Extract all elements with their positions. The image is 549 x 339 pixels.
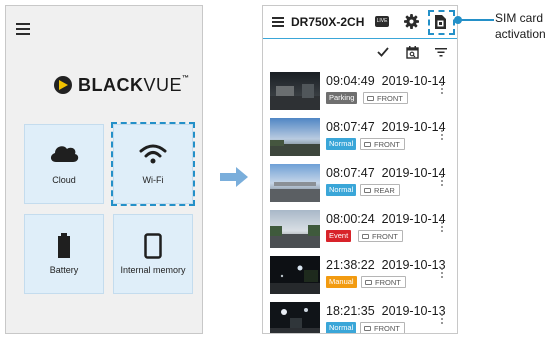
more-options-icon[interactable] [441,314,444,326]
recording-thumbnail [270,118,320,156]
recording-thumbnail [270,256,320,294]
more-options-icon[interactable] [441,130,444,142]
camera-icon [364,141,371,147]
callout-line [458,19,494,21]
camera-channel-tag: FRONT [363,92,408,104]
recording-row[interactable]: 18:21:35 2019-10-13 Normal FRONT [263,300,457,333]
camera-channel-tag: FRONT [358,230,403,242]
more-options-icon[interactable] [441,176,444,188]
left-phone-screen: BLACKVUE™ Cloud Wi-Fi Battery Internal m… [5,5,203,334]
recording-mode-badge: Normal [326,322,357,333]
recording-timestamp: 08:07:47 2019-10-14 [326,120,446,134]
blackvue-logo-mark-icon [54,76,72,94]
recording-mode-badge: Normal [326,184,357,196]
list-toolbar [263,39,457,67]
sim-icon-highlight-box [428,10,455,35]
blackvue-logo: BLACKVUE™ [54,73,190,97]
recording-timestamp: 18:21:35 2019-10-13 [326,304,446,318]
more-options-icon[interactable] [441,222,444,234]
camera-model-title: DR750X-2CH [291,15,365,29]
camera-icon [362,233,369,239]
right-phone-screen: DR750X-2CH LIVE 09:04:49 2019-10-14 Park… [262,5,458,334]
camera-icon [365,279,372,285]
internal-memory-tile-label: Internal memory [120,265,186,275]
filter-icon[interactable] [435,48,447,57]
recording-timestamp: 08:07:47 2019-10-14 [326,166,446,180]
cloud-tile[interactable]: Cloud [24,124,104,204]
recording-row[interactable]: 08:07:47 2019-10-14 Normal REAR [263,162,457,208]
recording-timestamp: 09:04:49 2019-10-14 [326,74,446,88]
select-check-icon[interactable] [377,47,389,57]
battery-tile[interactable]: Battery [24,214,104,294]
camera-channel-tag: FRONT [361,276,406,288]
camera-channel-tag: FRONT [360,322,405,333]
arrow-right-icon [220,167,248,187]
gear-icon[interactable] [404,14,419,29]
battery-tile-label: Battery [49,265,79,275]
hamburger-menu-icon[interactable] [16,23,30,35]
blackvue-logo-text: BLACKVUE™ [78,74,190,95]
battery-icon [25,233,103,259]
recording-row[interactable]: 08:00:24 2019-10-14 Event FRONT [263,208,457,254]
internal-memory-tile[interactable]: Internal memory [113,214,193,294]
recording-thumbnail [270,302,320,333]
recording-thumbnail [270,164,320,202]
recording-row[interactable]: 08:07:47 2019-10-14 Normal FRONT [263,116,457,162]
recording-row[interactable]: 21:38:22 2019-10-13 Manual FRONT [263,254,457,300]
camera-icon [367,95,374,101]
recording-timestamp: 21:38:22 2019-10-13 [326,258,446,272]
calendar-search-icon[interactable] [406,46,419,59]
recording-timestamp: 08:00:24 2019-10-14 [326,212,446,226]
cloud-icon [25,143,103,163]
recording-mode-badge: Event [326,230,352,242]
camera-icon [364,325,371,331]
more-options-icon[interactable] [441,268,444,280]
hamburger-menu-icon[interactable] [272,17,284,27]
camera-channel-tag: FRONT [360,138,405,150]
phone-memory-icon [114,233,192,259]
recording-mode-badge: Manual [326,276,357,288]
cloud-tile-label: Cloud [52,175,76,185]
camera-channel-tag: REAR [360,184,400,196]
callout-dot [454,16,462,24]
recording-mode-badge: Normal [326,138,357,150]
more-options-icon[interactable] [441,84,444,96]
wifi-highlight-box [111,122,195,206]
sim-card-activation-callout: SIM card activation [495,11,546,41]
top-app-bar: DR750X-2CH LIVE [263,6,457,39]
live-view-icon[interactable]: LIVE [375,16,389,27]
recording-row[interactable]: 09:04:49 2019-10-14 Parking FRONT [263,70,457,116]
camera-icon [364,187,371,193]
recording-thumbnail [270,72,320,110]
recording-thumbnail [270,210,320,248]
recording-mode-badge: Parking [326,92,358,104]
